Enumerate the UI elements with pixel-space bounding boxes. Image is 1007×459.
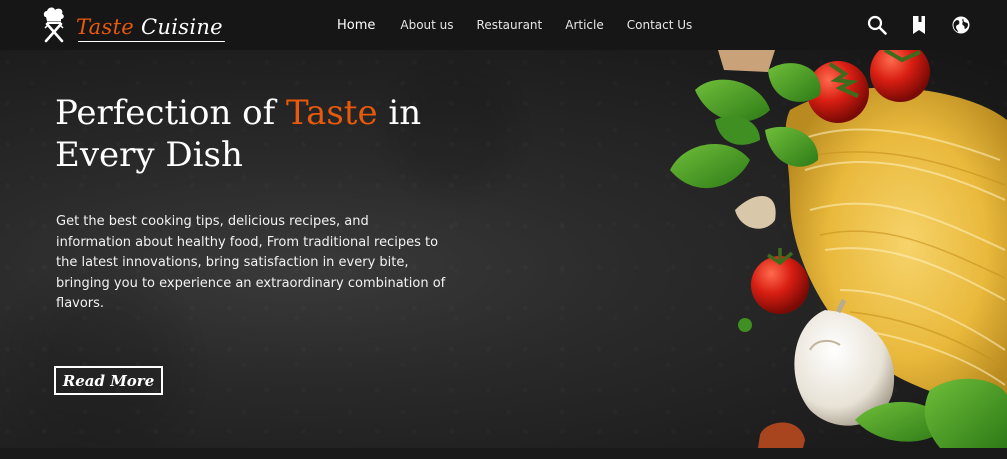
navbar: Taste Cuisine Home About us Restaurant A… (0, 0, 1007, 50)
hero-title-before: Perfection of (55, 93, 287, 133)
nav-icon-group (867, 0, 971, 50)
hero-title: Perfection of Taste in Every Dish (55, 92, 475, 176)
hero-description: Get the best cooking tips, delicious rec… (56, 214, 446, 311)
hero-section: Perfection of Taste in Every Dish Get th… (0, 50, 1007, 448)
globe-icon[interactable] (951, 15, 971, 35)
read-more-button[interactable]: Read More (54, 366, 163, 395)
bookmark-icon[interactable] (909, 15, 929, 35)
page-bottom-strip (0, 448, 1007, 459)
chef-hat-utensils-icon (43, 7, 64, 43)
search-icon[interactable] (867, 15, 887, 35)
hero-title-accent: Taste (286, 93, 378, 133)
nav-link-home[interactable]: Home (337, 18, 375, 33)
nav-link-article[interactable]: Article (565, 18, 604, 32)
pasta-ingredients-image (670, 50, 1007, 448)
nav-link-restaurant[interactable]: Restaurant (477, 18, 543, 32)
main-nav: Home About us Restaurant Article Contact… (337, 0, 715, 50)
brand-name-part2: Cuisine (141, 15, 223, 39)
brand-underline (78, 40, 225, 42)
brand-logo-link[interactable]: Taste Cuisine (42, 6, 225, 44)
brand-name: Taste Cuisine (76, 15, 225, 42)
brand-name-part1: Taste (76, 15, 135, 39)
nav-link-contact-us[interactable]: Contact Us (627, 18, 693, 32)
nav-link-about-us[interactable]: About us (400, 18, 453, 32)
